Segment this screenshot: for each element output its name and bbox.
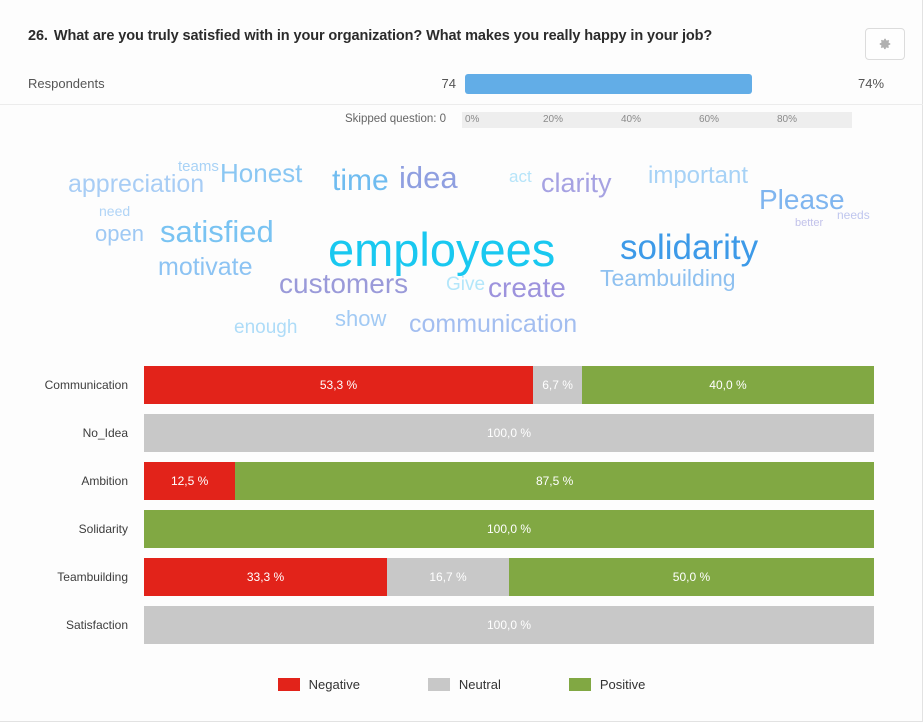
cloud-word[interactable]: teams	[178, 159, 219, 174]
cloud-word[interactable]: Give	[446, 275, 485, 294]
bar-row: Teambuilding 33,3 % 16,7 % 50,0 %	[0, 558, 923, 596]
respondents-row: Respondents 74 74%	[0, 66, 923, 105]
cloud-word[interactable]: important	[648, 164, 748, 188]
axis-tick-40: 40%	[621, 114, 642, 125]
respondents-bar-track	[465, 74, 853, 94]
bar-track: 12,5 % 87,5 %	[144, 462, 874, 500]
word-cloud: employees solidarity satisfied idea time Plea…	[0, 138, 923, 353]
cloud-word[interactable]: motivate	[158, 255, 252, 280]
legend-item[interactable]: Neutral	[427, 676, 501, 692]
respondents-count: 74	[441, 76, 456, 91]
bar-row: Solidarity 100,0 %	[0, 510, 923, 548]
bar-row: No_Idea 100,0 %	[0, 414, 923, 452]
bar-row-label: Satisfaction	[65, 618, 128, 632]
legend-swatch	[277, 677, 300, 691]
bar-track: 100,0 %	[144, 414, 874, 452]
axis-scale: 0% 20% 40% 60% 80%	[462, 112, 852, 128]
cloud-word[interactable]: Honest	[220, 160, 302, 186]
legend-item[interactable]: Negative	[277, 676, 360, 692]
bar-track: 33,3 % 16,7 % 50,0 %	[144, 558, 874, 596]
cloud-word[interactable]: Teambuilding	[600, 267, 736, 290]
bar-row: Communication 53,3 % 6,7 % 40,0 %	[0, 366, 923, 404]
bar-segment-positive[interactable]: 50,0 %	[508, 558, 874, 596]
cloud-word[interactable]: open	[95, 223, 144, 245]
respondents-bar-fill	[465, 74, 753, 94]
settings-button[interactable]	[865, 28, 905, 60]
cloud-word[interactable]: clarity	[541, 170, 612, 197]
respondents-label: Respondents	[28, 76, 105, 91]
cloud-word[interactable]: satisfied	[160, 216, 274, 247]
bar-row-label: Teambuilding	[57, 570, 128, 584]
legend-item[interactable]: Positive	[568, 676, 646, 692]
cloud-word[interactable]: enough	[234, 318, 297, 337]
cloud-word[interactable]: customers	[279, 270, 408, 298]
bar-row-label: Communication	[44, 378, 128, 392]
question-header: 26. What are you truly satisfied with in …	[0, 0, 923, 62]
bar-track: 100,0 %	[144, 606, 874, 644]
cloud-word[interactable]: create	[488, 274, 566, 302]
bar-segment-neutral[interactable]: 100,0 %	[144, 606, 874, 644]
bar-track: 53,3 % 6,7 % 40,0 %	[144, 366, 874, 404]
axis-tick-80: 80%	[777, 114, 798, 125]
bar-segment-neutral[interactable]: 16,7 %	[387, 558, 509, 596]
cloud-word[interactable]: show	[335, 308, 386, 330]
cloud-word[interactable]: appreciation	[68, 172, 204, 197]
legend-label: Neutral	[458, 676, 501, 692]
question-number: 26.	[28, 28, 48, 44]
bar-track: 100,0 %	[144, 510, 874, 548]
cloud-word[interactable]: better	[795, 218, 823, 229]
cloud-word[interactable]: employees	[328, 226, 555, 273]
bar-row: Satisfaction 100,0 %	[0, 606, 923, 644]
legend-label: Negative	[308, 676, 360, 692]
legend-swatch	[427, 677, 450, 691]
bar-segment-neutral[interactable]: 6,7 %	[533, 366, 582, 404]
cloud-word[interactable]: need	[99, 204, 130, 218]
bar-segment-negative[interactable]: 33,3 %	[144, 558, 388, 596]
axis-tick-20: 20%	[543, 114, 564, 125]
bar-segment-neutral[interactable]: 100,0 %	[144, 414, 874, 452]
cloud-word[interactable]: needs	[837, 209, 870, 221]
bar-row-label: No_Idea	[82, 426, 128, 440]
bar-segment-negative[interactable]: 53,3 %	[144, 366, 534, 404]
sentiment-bar-chart: Communication 53,3 % 6,7 % 40,0 % No_Idea 100…	[0, 358, 923, 658]
cloud-word[interactable]: idea	[399, 162, 458, 193]
cloud-word[interactable]: communication	[409, 312, 577, 337]
cloud-word[interactable]: solidarity	[620, 230, 758, 265]
cloud-word[interactable]: Please	[759, 186, 845, 214]
legend-swatch	[568, 677, 591, 691]
axis-row: Skipped question: 0 0% 20% 40% 60% 80%	[0, 112, 923, 130]
respondents-percent: 74%	[858, 76, 885, 91]
question-report-panel: 26. What are you truly satisfied with in …	[0, 0, 923, 722]
question-text: What are you truly satisfied with in you…	[53, 28, 713, 44]
cloud-word[interactable]: act	[509, 168, 532, 185]
axis-tick-60: 60%	[699, 114, 720, 125]
bar-row: Ambition 12,5 % 87,5 %	[0, 462, 923, 500]
bar-row-label: Solidarity	[78, 522, 128, 536]
legend-label: Positive	[599, 676, 646, 692]
bar-segment-positive[interactable]: 87,5 %	[235, 462, 874, 500]
bar-segment-positive[interactable]: 100,0 %	[144, 510, 874, 548]
chart-legend: Negative Neutral Positive	[0, 672, 923, 696]
bar-segment-positive[interactable]: 40,0 %	[581, 366, 874, 404]
gear-icon	[878, 37, 892, 51]
bar-row-label: Ambition	[81, 474, 128, 488]
cloud-word[interactable]: time	[332, 166, 389, 196]
axis-tick-0: 0%	[465, 114, 480, 125]
page-title: 26. What are you truly satisfied with in …	[28, 28, 712, 44]
skipped-question-label: Skipped question: 0	[345, 113, 447, 125]
bar-segment-negative[interactable]: 12,5 %	[144, 462, 236, 500]
